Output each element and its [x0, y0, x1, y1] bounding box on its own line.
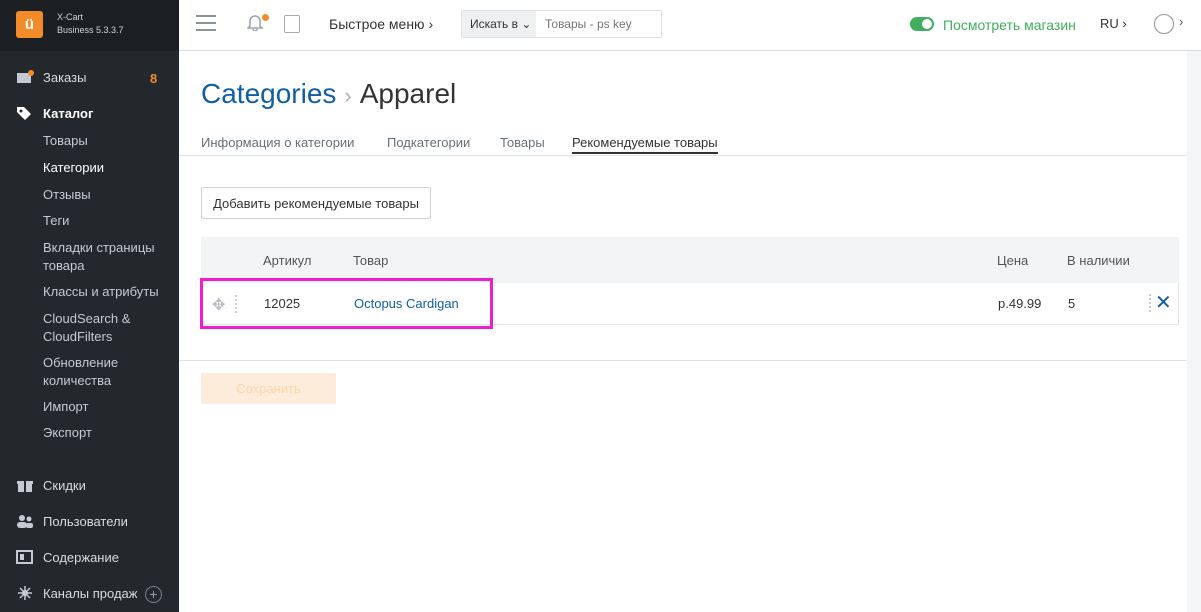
tab-featured-products[interactable]: Рекомендуемые товары: [572, 135, 718, 154]
highlight-box: [200, 278, 493, 329]
sidebar-item-label: Скидки: [43, 478, 86, 493]
quick-menu-button[interactable]: Быстрое меню ›: [329, 16, 433, 32]
sidebar-item-content[interactable]: Содержание: [16, 550, 119, 565]
tab-subcategories[interactable]: Подкатегории: [387, 135, 470, 150]
cell-price: р.49.99: [998, 296, 1042, 311]
column-header-product[interactable]: Товар: [353, 253, 388, 268]
sidebar-item-label: Пользователи: [43, 514, 128, 529]
sidebar-subitem-export[interactable]: Экспорт: [43, 424, 168, 442]
orders-count-badge: 8: [150, 71, 158, 86]
users-icon: [17, 515, 33, 528]
footer-divider: [179, 360, 1201, 361]
sidebar-subitem-cloudsearch[interactable]: CloudSearch & CloudFilters: [43, 310, 168, 346]
tags-icon: [17, 107, 31, 120]
sidebar-subitem-update-quantity[interactable]: Обновление количества: [43, 354, 168, 390]
sidebar-subitem-reviews[interactable]: Отзывы: [43, 186, 168, 204]
orders-icon: [17, 70, 34, 83]
brand-name: X-Cart: [57, 12, 84, 22]
tabs-divider: [179, 155, 1201, 156]
sidebar-subitem-products[interactable]: Товары: [43, 132, 168, 150]
sidebar-item-discounts[interactable]: Скидки: [16, 478, 86, 493]
gift-icon: [17, 481, 33, 492]
sales-channels-icon: [18, 586, 32, 600]
column-header-price[interactable]: Цена: [997, 253, 1028, 268]
sidebar-item-label: Каналы продаж: [43, 586, 138, 601]
sidebar-subitem-product-tabs[interactable]: Вкладки страницы товара: [43, 239, 168, 275]
search-scope-select[interactable]: Искать в ⌄: [462, 11, 536, 37]
breadcrumb-separator: ›: [344, 83, 352, 108]
save-button[interactable]: Сохранить: [201, 373, 336, 404]
user-avatar-icon[interactable]: [1154, 14, 1174, 34]
sidebar-subitem-classes-attributes[interactable]: Классы и атрибуты: [43, 283, 168, 301]
search-box: Искать в ⌄: [461, 10, 662, 38]
user-menu-chevron-icon[interactable]: ›: [1179, 14, 1183, 29]
cell-stock: 5: [1068, 296, 1076, 311]
sidebar: ü X-Cart Business 5.3.3.7 Заказы 8 Катал…: [0, 0, 179, 612]
sidebar-subitem-import[interactable]: Импорт: [43, 398, 168, 416]
store-status-toggle[interactable]: [910, 17, 934, 31]
column-header-stock[interactable]: В наличии: [1067, 253, 1130, 268]
brand-edition: Business 5.3.3.7: [57, 25, 124, 35]
page-scrollbar[interactable]: [1187, 51, 1201, 612]
row-action-separator: [1149, 294, 1151, 312]
top-header: Быстрое меню › Искать в ⌄ Посмотреть маг…: [179, 0, 1201, 51]
search-input[interactable]: [536, 11, 661, 37]
menu-icon[interactable]: [196, 15, 216, 33]
sidebar-item-sales-channels[interactable]: Каналы продаж: [16, 586, 137, 601]
tab-products[interactable]: Товары: [500, 135, 545, 150]
add-featured-products-button[interactable]: Добавить рекомендуемые товары: [201, 187, 431, 219]
page-title: Categories › Apparel: [201, 78, 456, 110]
sidebar-item-catalog[interactable]: Каталог: [16, 106, 93, 121]
add-channel-icon[interactable]: +: [145, 586, 162, 603]
sidebar-subitem-categories[interactable]: Категории: [43, 159, 168, 177]
breadcrumb-categories[interactable]: Categories: [201, 78, 336, 109]
remove-row-close-icon[interactable]: ✕: [1155, 291, 1172, 315]
table-header: Артикул Товар Цена В наличии: [201, 237, 1179, 283]
sidebar-item-label: Каталог: [43, 106, 94, 121]
brand[interactable]: ü X-Cart Business 5.3.3.7: [0, 0, 179, 51]
notification-dot: [262, 14, 269, 21]
content-icon: [16, 550, 33, 564]
tab-category-info[interactable]: Информация о категории: [201, 135, 354, 150]
sidebar-item-users[interactable]: Пользователи: [16, 514, 128, 529]
breadcrumb-current: Apparel: [359, 78, 457, 109]
sidebar-item-label: Содержание: [43, 550, 119, 565]
sidebar-item-orders[interactable]: Заказы: [16, 70, 86, 85]
xcart-logo-icon: ü: [16, 11, 43, 38]
view-store-link[interactable]: Посмотреть магазин: [943, 17, 1076, 33]
language-selector[interactable]: RU ›: [1100, 16, 1127, 31]
column-header-sku[interactable]: Артикул: [263, 253, 311, 268]
notifications-bell-icon[interactable]: [246, 14, 264, 36]
calendar-icon[interactable]: [284, 15, 300, 33]
sidebar-subitem-tags[interactable]: Теги: [43, 212, 168, 230]
sidebar-item-label: Заказы: [43, 70, 87, 85]
